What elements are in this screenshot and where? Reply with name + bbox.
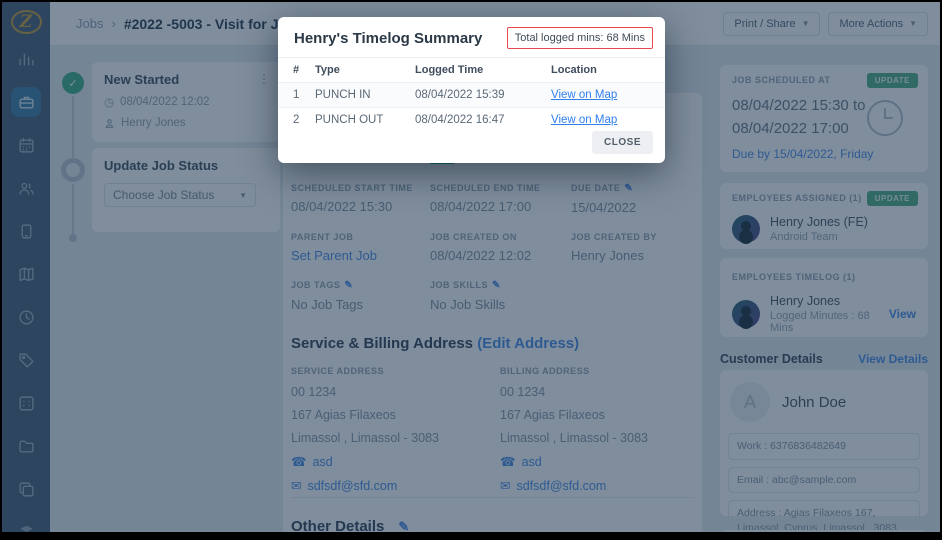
app-screen: Jobs › #2022 -5003 - Visit for John Prin… [2, 2, 940, 532]
close-button[interactable]: CLOSE [592, 131, 653, 154]
table-row: 2 PUNCH OUT 08/04/2022 16:47 View on Map [278, 107, 665, 132]
row-time: 08/04/2022 16:47 [415, 107, 551, 132]
view-on-map-link[interactable]: View on Map [551, 114, 617, 126]
row-num: 1 [278, 82, 315, 108]
column-header-time: Logged Time [415, 64, 484, 76]
timelog-table: # Type Logged Time Location 1 PUNCH IN 0… [278, 58, 665, 132]
column-header-num: # [293, 64, 300, 76]
column-header-type: Type [315, 64, 340, 76]
table-row: 1 PUNCH IN 08/04/2022 15:39 View on Map [278, 82, 665, 108]
row-type: PUNCH IN [315, 82, 415, 108]
row-num: 2 [278, 107, 315, 132]
row-time: 08/04/2022 15:39 [415, 82, 551, 108]
row-type: PUNCH OUT [315, 107, 415, 132]
total-logged-mins-badge: Total logged mins: 68 Mins [506, 27, 653, 49]
timelog-summary-modal: Henry's Timelog Summary Total logged min… [278, 17, 665, 163]
column-header-location: Location [551, 64, 597, 76]
view-on-map-link[interactable]: View on Map [551, 89, 617, 101]
